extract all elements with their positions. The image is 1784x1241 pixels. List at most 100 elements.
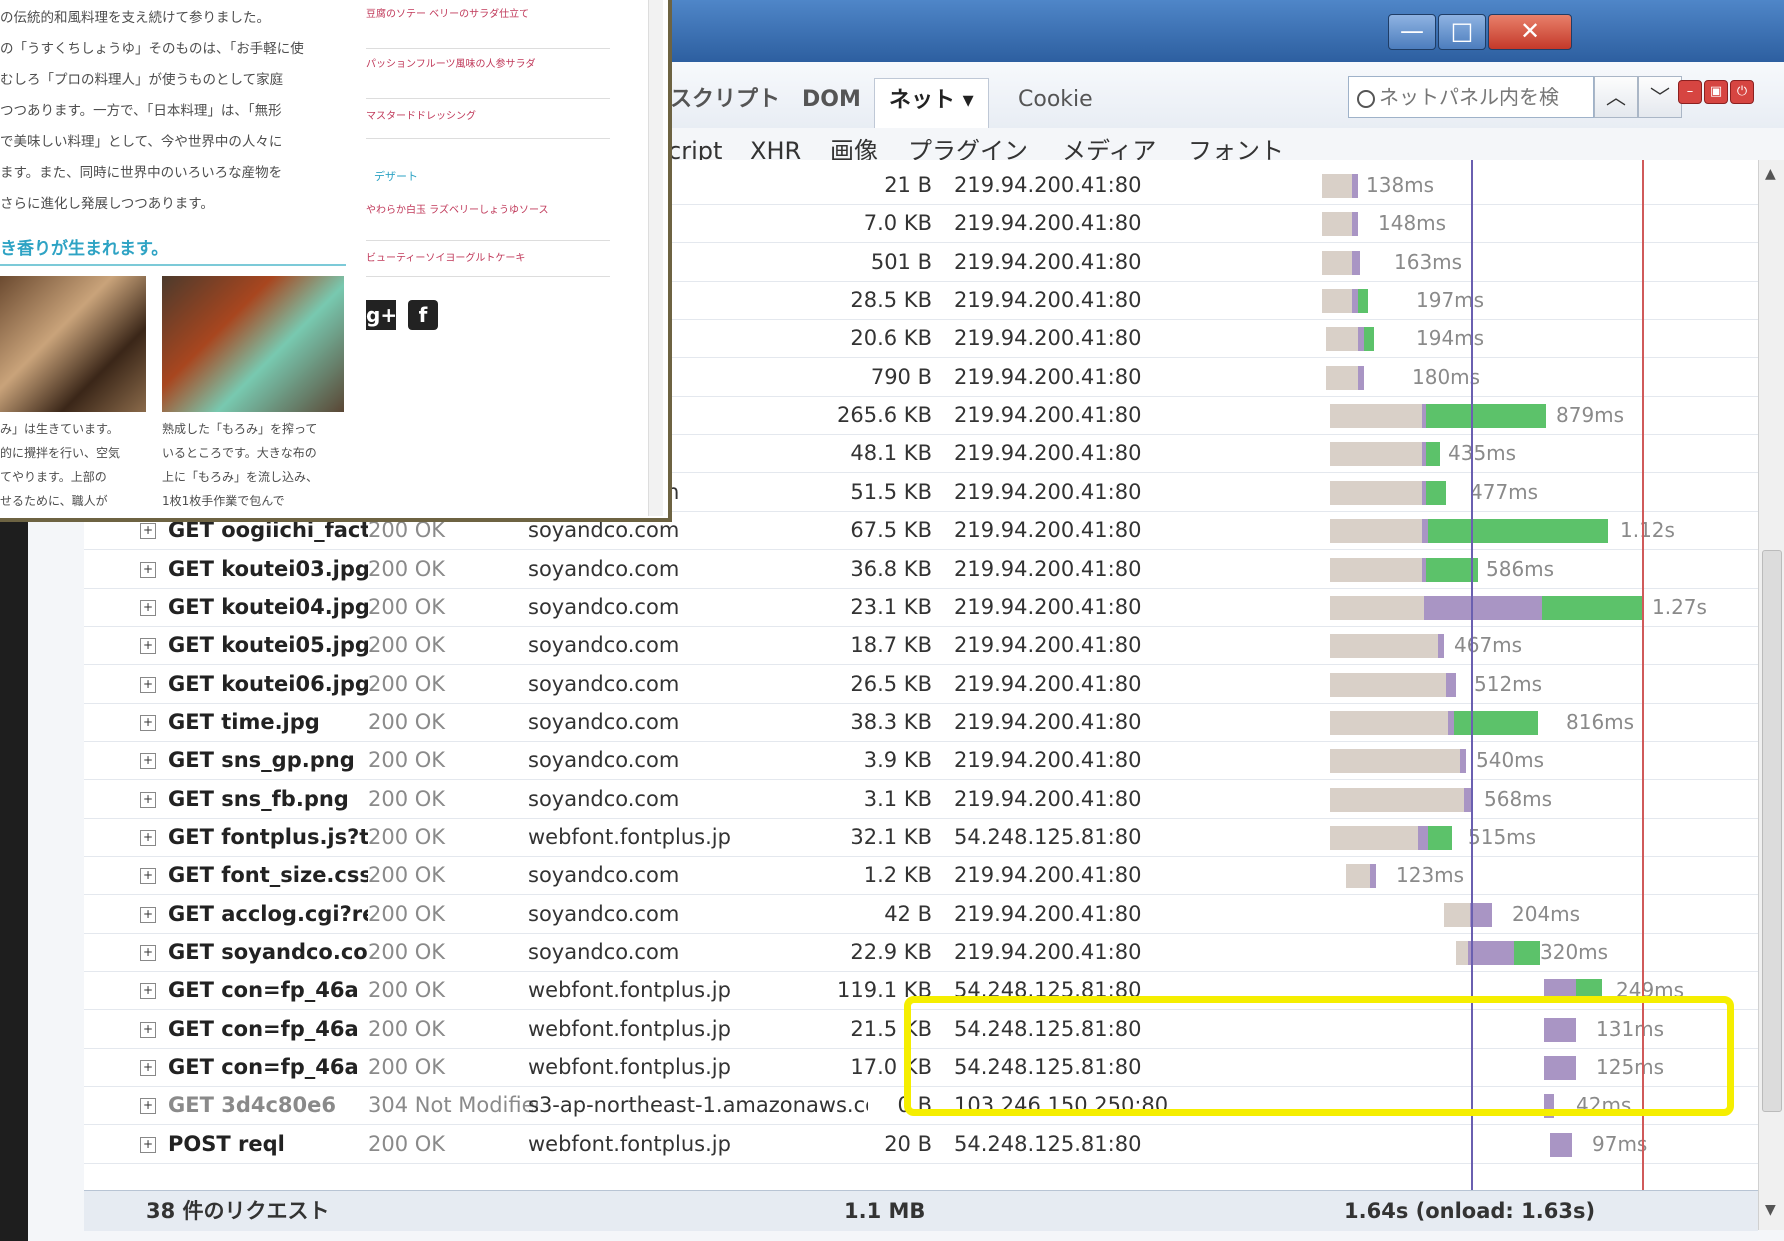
- menu-item-shiratama[interactable]: やわらか白玉 ラズベリーしょうゆソース: [366, 204, 610, 241]
- timeline-bar-segment: [1370, 864, 1376, 889]
- request-status: 200 OK: [368, 748, 446, 773]
- request-size: 67.5 KB: [850, 518, 932, 543]
- request-row[interactable]: + POST reql 200 OK webfont.fontplus.jp 20 B5…: [84, 1125, 1758, 1164]
- menu-item-carrot-salad[interactable]: パッションフルーツ風味の人参サラダ: [366, 58, 610, 99]
- request-row[interactable]: + GET soyandco.co 200 OK soyandco.com 22.9 K…: [84, 933, 1758, 972]
- article-link[interactable]: き香りが生まれます。: [0, 234, 168, 259]
- expand-row-icon[interactable]: +: [140, 714, 156, 731]
- request-status: 200 OK: [368, 978, 446, 1003]
- minimize-panel-icon[interactable]: –: [1678, 80, 1702, 104]
- expand-row-icon[interactable]: +: [140, 561, 156, 578]
- expand-row-icon[interactable]: +: [140, 1060, 156, 1077]
- request-row[interactable]: + GET fontplus.js?t 200 OK webfont.fontplus…: [84, 818, 1758, 857]
- timeline-bar-segment: [1322, 289, 1352, 314]
- expand-row-icon[interactable]: +: [140, 829, 156, 846]
- request-remote-ip: 219.94.200.41:80: [954, 748, 1142, 773]
- timeline-bar-segment: [1330, 442, 1422, 467]
- request-row[interactable]: + GET font_size.css 200 OK soyandco.com 1.2 …: [84, 856, 1758, 896]
- request-size: 21 B: [884, 173, 932, 197]
- request-row[interactable]: + GET koutei03.jpg 200 OK soyandco.com 36.8 …: [84, 550, 1758, 589]
- close-button[interactable]: ✕: [1488, 14, 1572, 50]
- tab-script[interactable]: スクリプト: [670, 78, 780, 128]
- request-row[interactable]: + GET koutei06.jpg 200 OK soyandco.com 26.5 …: [84, 665, 1758, 704]
- expand-row-icon[interactable]: +: [140, 983, 156, 1000]
- facebook-icon[interactable]: f: [408, 300, 438, 330]
- maximize-button[interactable]: □: [1438, 14, 1486, 50]
- scroll-thumb[interactable]: [1762, 550, 1782, 1112]
- request-row[interactable]: + GET sns_fb.png 200 OK soyandco.com 3.1 KB 2…: [84, 780, 1758, 819]
- request-status: 200 OK: [368, 901, 446, 926]
- timeline-bar-segment: [1542, 595, 1642, 620]
- expand-row-icon[interactable]: +: [140, 868, 156, 885]
- request-time: 194ms: [1416, 326, 1485, 351]
- timeline-bar-segment: [1330, 825, 1418, 850]
- detach-panel-icon[interactable]: ▣: [1704, 80, 1728, 104]
- timeline-bar-segment: [1364, 327, 1374, 352]
- scroll-up-icon[interactable]: ▲: [1765, 166, 1776, 182]
- request-time: 515ms: [1468, 824, 1537, 849]
- close-panel-icon[interactable]: ⏻: [1730, 80, 1754, 104]
- request-url: POST reql: [168, 1131, 285, 1156]
- request-row[interactable]: + GET time.jpg 200 OK soyandco.com 38.3 KB 21…: [84, 703, 1758, 742]
- timeline-bar-segment: [1352, 212, 1358, 237]
- timeline-bar-segment: [1322, 174, 1352, 198]
- menu-item-tofu-saute[interactable]: 豆腐のソテー ベリーのサラダ仕立て: [366, 8, 610, 49]
- tab-net[interactable]: ネット ▾: [874, 78, 989, 129]
- menu-item-yogurt-cake[interactable]: ビューティーソイヨーグルトケーキ: [366, 252, 610, 277]
- request-size: 51.5 KB: [850, 479, 932, 504]
- request-remote-ip: 219.94.200.41:80: [954, 901, 1142, 926]
- timeline-bar-segment: [1330, 404, 1422, 429]
- chevron-up-icon: ︿: [1606, 85, 1626, 109]
- timeline-bar-segment: [1330, 749, 1460, 774]
- search-prev-button[interactable]: ︿: [1594, 76, 1638, 118]
- expand-row-icon[interactable]: +: [140, 1136, 156, 1153]
- expand-row-icon[interactable]: +: [140, 1098, 156, 1115]
- request-status: 200 OK: [368, 633, 446, 658]
- expand-row-icon[interactable]: +: [140, 599, 156, 616]
- search-next-button[interactable]: ﹀: [1638, 76, 1682, 118]
- expand-row-icon[interactable]: +: [140, 753, 156, 770]
- timeline-bar-segment: [1352, 250, 1360, 275]
- page-preview-overlay: の伝統的和風料理を支え続けて参りました。 の「うすくちしょうゆ」そのものは、「お手…: [0, 0, 672, 522]
- request-row[interactable]: + GET sns_gp.png 200 OK soyandco.com 3.9 KB 2…: [84, 741, 1758, 781]
- request-size: 26.5 KB: [850, 671, 932, 696]
- highlight-box: [904, 996, 1734, 1116]
- expand-row-icon[interactable]: +: [140, 1021, 156, 1038]
- expand-row-icon[interactable]: +: [140, 638, 156, 655]
- request-status: 200 OK: [368, 1016, 446, 1041]
- expand-row-icon[interactable]: +: [140, 791, 156, 808]
- timeline-bar-segment: [1330, 634, 1438, 659]
- request-remote-ip: 219.94.200.41:80: [954, 211, 1142, 236]
- request-time: 586ms: [1486, 556, 1555, 581]
- expand-row-icon[interactable]: +: [140, 906, 156, 923]
- request-row[interactable]: + GET acclog.cgi?re 200 OK soyandco.com 42 B…: [84, 895, 1758, 934]
- vertical-scrollbar[interactable]: ▲ ▼: [1758, 160, 1784, 1230]
- scroll-down-icon[interactable]: ▼: [1765, 1202, 1776, 1218]
- request-status: 200 OK: [368, 1055, 446, 1080]
- request-size: 18.7 KB: [850, 633, 932, 658]
- request-time: 180ms: [1412, 364, 1481, 389]
- google-plus-icon[interactable]: g+: [366, 300, 397, 330]
- timeline-bar-segment: [1358, 289, 1368, 314]
- expand-row-icon[interactable]: +: [140, 676, 156, 693]
- expand-row-icon[interactable]: +: [140, 945, 156, 961]
- request-row[interactable]: + GET koutei05.jpg 200 OK soyandco.com 18.7 …: [84, 626, 1758, 666]
- timeline-bar-segment: [1550, 1132, 1572, 1157]
- tab-cookie[interactable]: Cookie: [1018, 78, 1093, 128]
- request-remote-ip: 219.94.200.41:80: [954, 326, 1142, 351]
- tab-dom[interactable]: DOM: [802, 78, 861, 128]
- caption-left-line: み」は生きています。: [0, 422, 119, 436]
- caption-right-line: いるところです。大きな布の: [162, 446, 317, 460]
- timeline-bar-segment: [1330, 519, 1422, 544]
- net-search-input[interactable]: ネットパネル内を検: [1348, 76, 1594, 118]
- search-placeholder: ネットパネル内を検: [1379, 85, 1559, 109]
- overlay-scrollbar[interactable]: [648, 0, 663, 516]
- request-row[interactable]: + GET koutei04.jpg 200 OK soyandco.com 23.1 …: [84, 588, 1758, 627]
- timeline-bar-segment: [1330, 595, 1424, 620]
- minimize-button[interactable]: —: [1388, 14, 1436, 50]
- request-time: 1.27s: [1652, 594, 1707, 619]
- timeline-bar-segment: [1468, 941, 1514, 965]
- request-url: GET sns_gp.png: [168, 748, 355, 773]
- menu-item-mustard-dressing[interactable]: マスタードドレッシング: [366, 110, 610, 139]
- expand-row-icon[interactable]: +: [140, 523, 156, 540]
